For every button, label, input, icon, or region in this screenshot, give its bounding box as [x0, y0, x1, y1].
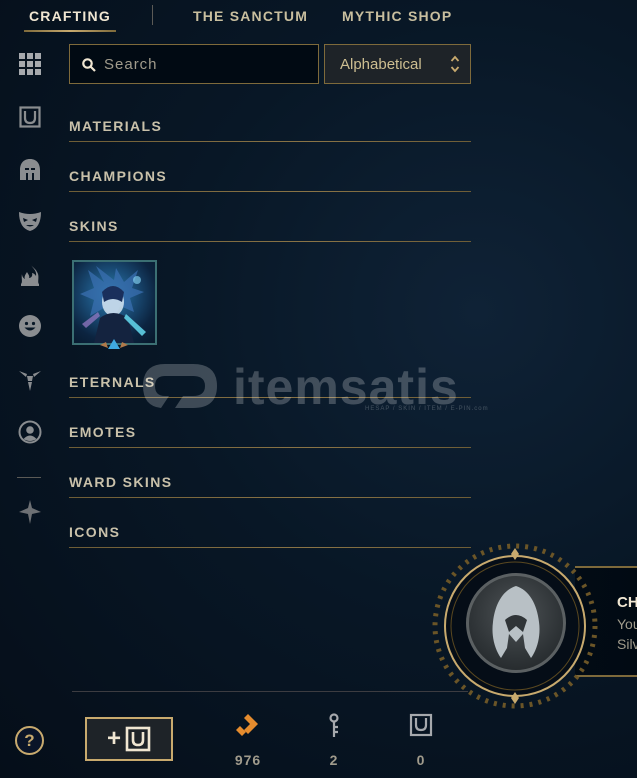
chest-counter[interactable]: 0	[396, 713, 446, 768]
search-input[interactable]	[104, 53, 309, 75]
active-tab-underline	[24, 30, 116, 32]
rarity-gem-icon	[100, 338, 128, 356]
category-emotes[interactable]: EMOTES	[69, 424, 471, 448]
tab-the-sanctum[interactable]: THE SANCTUM	[193, 8, 308, 24]
key-icon	[329, 713, 339, 737]
tab-mythic-shop[interactable]: MYTHIC SHOP	[342, 8, 452, 24]
key-counter[interactable]: 2	[309, 713, 359, 768]
flame-icon[interactable]	[16, 261, 44, 289]
chest-icon	[409, 713, 433, 737]
ward-icon[interactable]	[16, 366, 44, 394]
sort-dropdown[interactable]: Alphabetical	[324, 44, 471, 84]
hooded-champion-icon	[466, 573, 566, 673]
mask-icon[interactable]	[16, 207, 44, 235]
watermark-subtext: HESAP / SKIN / ITEM / E-PIN.com	[365, 406, 489, 412]
category-divider	[69, 241, 471, 242]
orange-essence-value: 976	[234, 752, 262, 768]
profile-icon[interactable]	[16, 418, 44, 446]
notification-title: CH	[617, 594, 637, 611]
category-divider	[69, 547, 471, 548]
sort-arrows-icon	[450, 55, 460, 78]
category-champions[interactable]: CHAMPIONS	[69, 168, 471, 192]
category-divider	[69, 141, 471, 142]
nav-divider	[152, 5, 153, 25]
smiley-icon[interactable]	[16, 312, 44, 340]
grid-icon[interactable]	[16, 50, 44, 78]
category-divider	[69, 447, 471, 448]
sidebar-divider	[17, 477, 41, 478]
category-label: ETERNALS	[69, 374, 156, 390]
category-materials[interactable]: MATERIALS	[69, 118, 471, 142]
notification-line-1: You	[617, 616, 637, 632]
skin-artwork	[80, 266, 146, 343]
orange-essence-icon	[236, 714, 258, 736]
category-label: SKINS	[69, 218, 119, 234]
category-divider	[69, 497, 471, 498]
category-label: MATERIALS	[69, 118, 163, 134]
search-field[interactable]	[69, 44, 319, 84]
sort-selected-value: Alphabetical	[340, 56, 422, 73]
tab-crafting[interactable]: CRAFTING	[29, 8, 111, 24]
search-icon	[82, 58, 96, 77]
category-label: EMOTES	[69, 424, 137, 440]
chest-icon	[125, 726, 151, 752]
category-label: CHAMPIONS	[69, 168, 168, 184]
help-button[interactable]: ?	[15, 726, 44, 755]
skin-shard-tile[interactable]	[72, 260, 157, 345]
orange-essence-counter[interactable]: 976	[223, 713, 273, 768]
category-label: ICONS	[69, 524, 121, 540]
plus-icon: +	[106, 725, 121, 752]
top-nav: CRAFTING THE SANCTUM MYTHIC SHOP	[0, 0, 637, 32]
notification-line-2: Silv	[617, 636, 637, 652]
category-skins[interactable]: SKINS	[69, 218, 471, 242]
champion-logo-icon[interactable]	[16, 498, 44, 526]
category-divider	[69, 191, 471, 192]
helmet-icon[interactable]	[16, 156, 44, 184]
chest-icon[interactable]	[16, 103, 44, 131]
category-icons[interactable]: ICONS	[69, 524, 471, 548]
category-label: WARD SKINS	[69, 474, 173, 490]
add-chest-button[interactable]: +	[85, 717, 173, 761]
key-value: 2	[329, 752, 339, 768]
category-divider	[69, 397, 471, 398]
category-eternals[interactable]: ETERNALS	[69, 374, 471, 398]
footer-divider	[72, 691, 468, 692]
category-ward-skins[interactable]: WARD SKINS	[69, 474, 471, 498]
chest-value: 0	[416, 752, 426, 768]
